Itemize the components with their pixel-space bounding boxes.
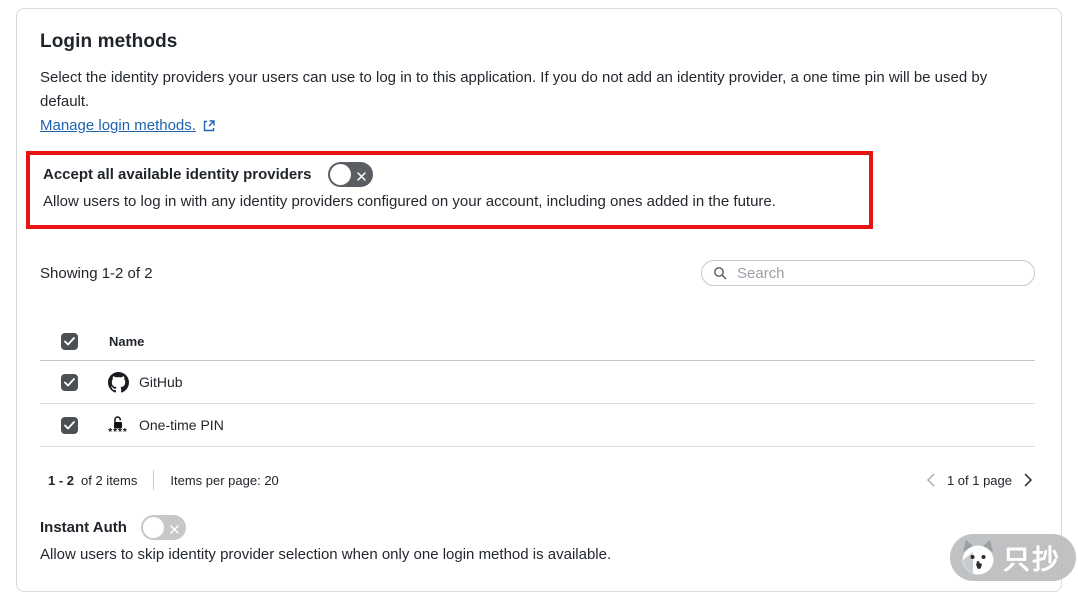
name-column-header: Name [109,334,144,349]
identity-providers-table: Name GitHub [40,323,1035,447]
check-icon [64,378,75,387]
pagination-of-items: of 2 items [81,473,137,488]
chevron-right-icon [1024,473,1033,487]
accept-all-label: Accept all available identity providers [43,166,311,183]
accept-all-toggle[interactable] [328,162,373,187]
provider-name: GitHub [139,374,183,390]
row-checkbox[interactable] [61,417,78,434]
external-link-icon [202,119,216,133]
page-indicator: 1 of 1 page [947,473,1012,488]
check-icon [64,421,75,430]
table-row[interactable]: GitHub [40,361,1035,404]
instant-auth-label: Instant Auth [40,519,127,536]
showing-count: Showing 1-2 of 2 [40,265,153,282]
items-per-page: Items per page: 20 [170,473,278,488]
toggle-knob [330,164,351,185]
otp-lock-icon: **** [106,416,130,435]
accept-all-description: Allow users to log in with any identity … [43,190,857,214]
watermark-text: 只抄 [1003,538,1061,577]
table-row[interactable]: **** One-time PIN [40,404,1035,447]
check-icon [64,337,75,346]
pagination-divider [153,470,154,490]
search-input[interactable] [735,264,1024,283]
provider-name: One-time PIN [139,417,224,433]
select-all-checkbox[interactable] [61,333,78,350]
next-page-button[interactable] [1022,471,1035,489]
search-box[interactable] [701,260,1035,286]
chevron-left-icon [926,473,935,487]
table-header-row: Name [40,323,1035,361]
prev-page-button[interactable] [924,471,937,489]
watermark-badge: 只抄 [950,534,1076,581]
manage-login-methods-link[interactable]: Manage login methods. [40,117,196,134]
otp-stars: **** [108,430,128,435]
toggle-x-icon [169,522,180,540]
search-icon [713,266,727,280]
instant-auth-description: Allow users to skip identity provider se… [40,543,1035,567]
login-methods-page: { "header": { "title": "Login methods", … [0,0,1078,601]
toggle-x-icon [356,169,367,187]
row-checkbox[interactable] [61,374,78,391]
pagination-bar: 1 - 2 of 2 items Items per page: 20 1 of… [40,470,1035,490]
instant-auth-toggle[interactable] [141,515,186,540]
github-icon [106,372,130,393]
toggle-knob [143,517,164,538]
manage-link-row: Manage login methods. [40,117,1035,134]
instant-auth-section: Instant Auth Allow users to skip identit… [40,515,1035,567]
page-description: Select the identity providers your users… [40,66,1035,114]
annotation-highlight-box: Accept all available identity providers … [26,151,873,229]
husky-logo-icon [957,538,999,578]
page-title: Login methods [40,31,1035,53]
pagination-range: 1 - 2 [48,473,74,488]
login-methods-card: Login methods Select the identity provid… [16,8,1062,592]
